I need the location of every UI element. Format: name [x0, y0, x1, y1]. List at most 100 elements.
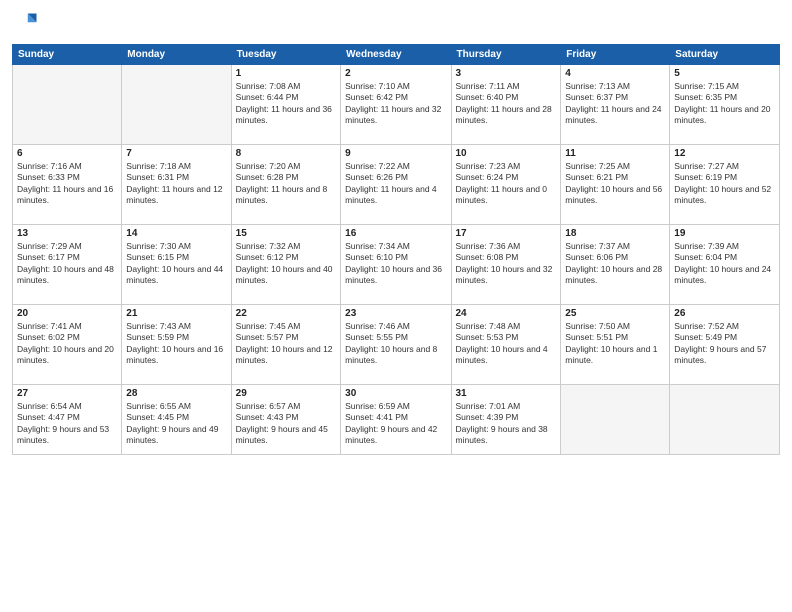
calendar-cell: 19 Sunrise: 7:39 AM Sunset: 6:04 PM Dayli…: [670, 225, 780, 305]
calendar-cell: 8Sunrise: 7:20 AM Sunset: 6:28 PM Daylig…: [231, 145, 340, 225]
day-info: Sunrise: 7:08 AM Sunset: 6:44 PM Dayligh…: [236, 81, 336, 127]
day-info: Sunrise: 7:22 AM Sunset: 6:26 PM Dayligh…: [345, 161, 446, 207]
calendar-cell: 11 Sunrise: 7:25 AM Sunset: 6:21 PM Dayli…: [561, 145, 670, 225]
day-number: 22: [236, 308, 336, 319]
day-info: Sunrise: 7:15 AM Sunset: 6:35 PM Dayligh…: [674, 81, 775, 127]
day-number: 30: [345, 388, 446, 399]
week-row-2: 6 Sunrise: 7:16 AM Sunset: 6:33 PM Daylig…: [13, 145, 780, 225]
day-number: 7: [126, 148, 226, 159]
calendar-cell: 20 Sunrise: 7:41 AM Sunset: 6:02 PM Dayli…: [13, 305, 122, 385]
day-number: 28: [126, 388, 226, 399]
day-info: Sunrise: 7:34 AM Sunset: 6:10 PM Dayligh…: [345, 241, 446, 287]
day-number: 18: [565, 228, 665, 239]
day-number: 26: [674, 308, 775, 319]
day-info: Sunrise: 7:11 AM Sunset: 6:40 PM Dayligh…: [456, 81, 557, 127]
calendar-cell: 17 Sunrise: 7:36 AM Sunset: 6:08 PM Dayli…: [451, 225, 561, 305]
day-number: 14: [126, 228, 226, 239]
day-info: Sunrise: 6:59 AM Sunset: 4:41 PM Dayligh…: [345, 401, 446, 447]
week-row-3: 13 Sunrise: 7:29 AM Sunset: 6:17 PM Dayli…: [13, 225, 780, 305]
day-info: Sunrise: 7:36 AM Sunset: 6:08 PM Dayligh…: [456, 241, 557, 287]
day-number: 16: [345, 228, 446, 239]
day-info: Sunrise: 7:18 AM Sunset: 6:31 PM Dayligh…: [126, 161, 226, 207]
calendar-cell: 6 Sunrise: 7:16 AM Sunset: 6:33 PM Daylig…: [13, 145, 122, 225]
day-info: Sunrise: 7:41 AM Sunset: 6:02 PM Dayligh…: [17, 321, 117, 367]
day-number: 29: [236, 388, 336, 399]
calendar-cell: 16 Sunrise: 7:34 AM Sunset: 6:10 PM Dayli…: [341, 225, 451, 305]
logo: [12, 10, 44, 38]
weekday-header-thursday: Thursday: [451, 45, 561, 65]
day-number: 3: [456, 68, 557, 79]
day-number: 5: [674, 68, 775, 79]
day-number: 27: [17, 388, 117, 399]
day-info: Sunrise: 7:37 AM Sunset: 6:06 PM Dayligh…: [565, 241, 665, 287]
day-number: 24: [456, 308, 557, 319]
day-number: 15: [236, 228, 336, 239]
calendar-cell: 26 Sunrise: 7:52 AM Sunset: 5:49 PM Dayli…: [670, 305, 780, 385]
calendar-cell: 5 Sunrise: 7:15 AM Sunset: 6:35 PM Daylig…: [670, 65, 780, 145]
day-info: Sunrise: 6:54 AM Sunset: 4:47 PM Dayligh…: [17, 401, 117, 447]
day-info: Sunrise: 7:52 AM Sunset: 5:49 PM Dayligh…: [674, 321, 775, 367]
day-number: 23: [345, 308, 446, 319]
weekday-header-monday: Monday: [122, 45, 231, 65]
day-number: 20: [17, 308, 117, 319]
calendar-cell: 23 Sunrise: 7:46 AM Sunset: 5:55 PM Dayli…: [341, 305, 451, 385]
day-info: Sunrise: 7:43 AM Sunset: 5:59 PM Dayligh…: [126, 321, 226, 367]
day-number: 6: [17, 148, 117, 159]
day-number: 21: [126, 308, 226, 319]
calendar-cell: [13, 65, 122, 145]
day-info: Sunrise: 7:23 AM Sunset: 6:24 PM Dayligh…: [456, 161, 557, 207]
calendar-cell: [122, 65, 231, 145]
day-info: Sunrise: 7:29 AM Sunset: 6:17 PM Dayligh…: [17, 241, 117, 287]
day-number: 10: [456, 148, 557, 159]
calendar-cell: 15 Sunrise: 7:32 AM Sunset: 6:12 PM Dayli…: [231, 225, 340, 305]
calendar-cell: 31Sunrise: 7:01 AM Sunset: 4:39 PM Dayli…: [451, 385, 561, 455]
day-info: Sunrise: 7:16 AM Sunset: 6:33 PM Dayligh…: [17, 161, 117, 207]
day-info: Sunrise: 6:55 AM Sunset: 4:45 PM Dayligh…: [126, 401, 226, 447]
day-number: 4: [565, 68, 665, 79]
day-number: 12: [674, 148, 775, 159]
day-info: Sunrise: 7:10 AM Sunset: 6:42 PM Dayligh…: [345, 81, 446, 127]
week-row-1: 1Sunrise: 7:08 AM Sunset: 6:44 PM Daylig…: [13, 65, 780, 145]
logo-icon: [12, 10, 40, 38]
day-number: 2: [345, 68, 446, 79]
calendar-cell: 25Sunrise: 7:50 AM Sunset: 5:51 PM Dayli…: [561, 305, 670, 385]
weekday-header-row: SundayMondayTuesdayWednesdayThursdayFrid…: [13, 45, 780, 65]
calendar-cell: 21 Sunrise: 7:43 AM Sunset: 5:59 PM Dayli…: [122, 305, 231, 385]
calendar-cell: 29 Sunrise: 6:57 AM Sunset: 4:43 PM Dayli…: [231, 385, 340, 455]
page-header: [12, 10, 780, 38]
day-info: Sunrise: 7:27 AM Sunset: 6:19 PM Dayligh…: [674, 161, 775, 207]
week-row-4: 20 Sunrise: 7:41 AM Sunset: 6:02 PM Dayli…: [13, 305, 780, 385]
calendar-table: SundayMondayTuesdayWednesdayThursdayFrid…: [12, 44, 780, 455]
day-info: Sunrise: 7:32 AM Sunset: 6:12 PM Dayligh…: [236, 241, 336, 287]
day-number: 17: [456, 228, 557, 239]
calendar-cell: 4 Sunrise: 7:13 AM Sunset: 6:37 PM Daylig…: [561, 65, 670, 145]
day-info: Sunrise: 7:45 AM Sunset: 5:57 PM Dayligh…: [236, 321, 336, 367]
day-number: 13: [17, 228, 117, 239]
calendar-cell: 1Sunrise: 7:08 AM Sunset: 6:44 PM Daylig…: [231, 65, 340, 145]
weekday-header-tuesday: Tuesday: [231, 45, 340, 65]
day-number: 9: [345, 148, 446, 159]
calendar-cell: 13 Sunrise: 7:29 AM Sunset: 6:17 PM Dayli…: [13, 225, 122, 305]
day-info: Sunrise: 7:01 AM Sunset: 4:39 PM Dayligh…: [456, 401, 557, 447]
calendar-cell: 30 Sunrise: 6:59 AM Sunset: 4:41 PM Dayli…: [341, 385, 451, 455]
day-info: Sunrise: 7:39 AM Sunset: 6:04 PM Dayligh…: [674, 241, 775, 287]
weekday-header-sunday: Sunday: [13, 45, 122, 65]
day-info: Sunrise: 7:13 AM Sunset: 6:37 PM Dayligh…: [565, 81, 665, 127]
day-info: Sunrise: 7:46 AM Sunset: 5:55 PM Dayligh…: [345, 321, 446, 367]
day-number: 11: [565, 148, 665, 159]
calendar-cell: 24 Sunrise: 7:48 AM Sunset: 5:53 PM Dayli…: [451, 305, 561, 385]
day-info: Sunrise: 7:30 AM Sunset: 6:15 PM Dayligh…: [126, 241, 226, 287]
weekday-header-saturday: Saturday: [670, 45, 780, 65]
calendar-cell: [561, 385, 670, 455]
calendar-cell: 3 Sunrise: 7:11 AM Sunset: 6:40 PM Daylig…: [451, 65, 561, 145]
weekday-header-wednesday: Wednesday: [341, 45, 451, 65]
calendar-cell: 2 Sunrise: 7:10 AM Sunset: 6:42 PM Daylig…: [341, 65, 451, 145]
day-info: Sunrise: 7:25 AM Sunset: 6:21 PM Dayligh…: [565, 161, 665, 207]
day-number: 19: [674, 228, 775, 239]
day-info: Sunrise: 7:20 AM Sunset: 6:28 PM Dayligh…: [236, 161, 336, 207]
calendar-cell: 9 Sunrise: 7:22 AM Sunset: 6:26 PM Daylig…: [341, 145, 451, 225]
day-info: Sunrise: 7:48 AM Sunset: 5:53 PM Dayligh…: [456, 321, 557, 367]
calendar-cell: 7 Sunrise: 7:18 AM Sunset: 6:31 PM Daylig…: [122, 145, 231, 225]
day-info: Sunrise: 6:57 AM Sunset: 4:43 PM Dayligh…: [236, 401, 336, 447]
calendar-cell: 18 Sunrise: 7:37 AM Sunset: 6:06 PM Dayli…: [561, 225, 670, 305]
